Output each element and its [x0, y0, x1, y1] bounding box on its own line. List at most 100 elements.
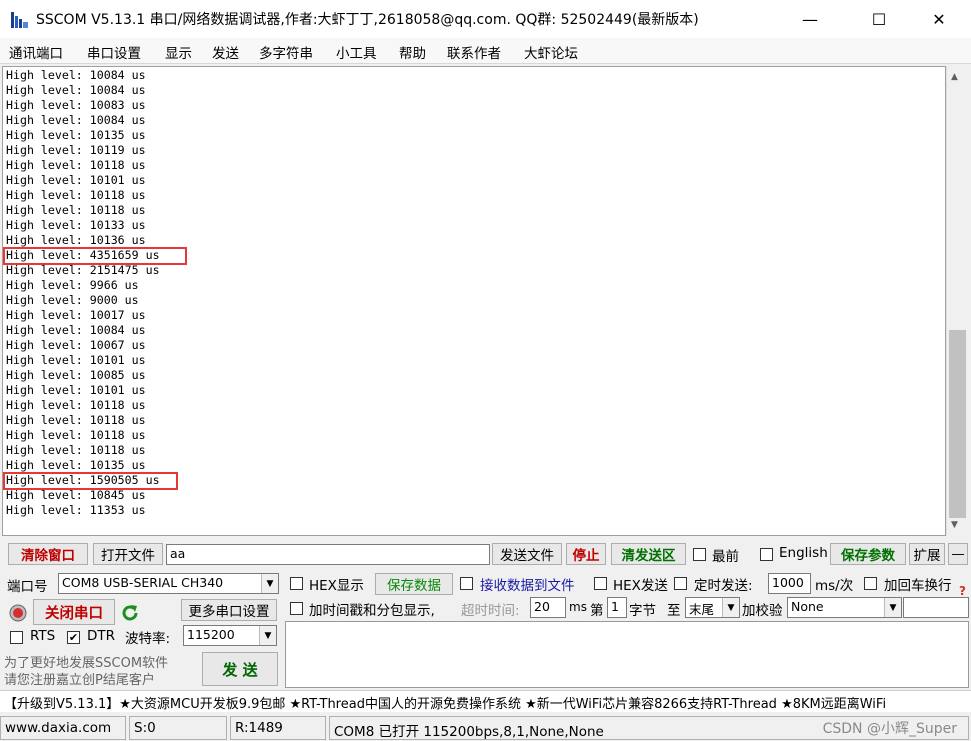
expand-button[interactable]: 扩展 [909, 543, 945, 565]
chevron-down-icon[interactable]: ▼ [722, 598, 739, 617]
checksum-select[interactable]: None ▼ [787, 597, 902, 618]
clear-window-button[interactable]: 清除窗口 [8, 543, 88, 565]
promo-marquee[interactable]: 【升级到V5.13.1】★大资源MCU开发板9.9包邮 ★RT-Thread中国… [0, 690, 971, 712]
close-port-button[interactable]: 关闭串口 [33, 599, 115, 625]
website-link[interactable]: www.daxia.com [0, 716, 126, 740]
highlight-box-2 [3, 472, 178, 490]
chevron-down-icon[interactable]: ▼ [884, 598, 901, 617]
scroll-down-icon[interactable]: ▼ [951, 520, 958, 530]
log-line: High level: 10084 us [6, 83, 146, 97]
add-crlf-checkbox[interactable] [864, 577, 877, 590]
log-line: High level: 10845 us [6, 488, 146, 502]
file-path-input[interactable]: aa [166, 544, 490, 565]
log-line: High level: 9000 us [6, 293, 139, 307]
minimize-button[interactable]: — [787, 0, 833, 38]
more-serial-settings-button[interactable]: 更多串口设置 [181, 599, 277, 621]
log-lines: High level: 10084 us High level: 10084 us… [6, 68, 160, 518]
menu-send[interactable]: 发送 [212, 42, 239, 62]
timed-send-checkbox[interactable] [674, 577, 687, 590]
promo-line-2: 请您注册嘉立创P结尾客户 [4, 673, 155, 688]
checksum-label: 加校验 [742, 603, 783, 619]
hex-display-checkbox[interactable] [290, 577, 303, 590]
clear-send-area-button[interactable]: 清发送区 [611, 543, 686, 565]
refresh-icon[interactable] [119, 602, 141, 624]
log-line: High level: 10067 us [6, 338, 146, 352]
port-status-icon [9, 604, 27, 622]
maximize-button[interactable]: ☐ [856, 0, 902, 38]
timestamp-label: 加时间戳和分包显示, [309, 603, 435, 619]
highlight-box-1 [3, 247, 187, 265]
recv-to-file-label[interactable]: 接收数据到文件 [480, 574, 575, 594]
to-label: 至 [667, 603, 681, 619]
send-button[interactable]: 发 送 [202, 652, 278, 686]
byte-index-input[interactable]: 1 [607, 597, 627, 618]
topmost-label: 最前 [712, 549, 739, 565]
log-line: High level: 10101 us [6, 383, 146, 397]
log-line: High level: 10118 us [6, 443, 146, 457]
dtr-checkbox[interactable]: ✔ [67, 631, 80, 644]
log-line: High level: 10017 us [6, 308, 146, 322]
rts-label: RTS [30, 628, 56, 644]
menu-contact-author[interactable]: 联系作者 [447, 42, 501, 62]
menu-help[interactable]: 帮助 [399, 42, 426, 62]
receive-log[interactable]: High level: 10084 us High level: 10084 us… [2, 66, 946, 536]
save-data-button[interactable]: 保存数据 [375, 573, 453, 595]
log-line: High level: 10084 us [6, 323, 146, 337]
baud-label: 波特率: [125, 631, 171, 647]
check-icon: ✔ [68, 631, 79, 644]
log-scrollbar-thumb[interactable] [949, 330, 966, 518]
timeout-label: 超时时间: [461, 603, 520, 619]
scroll-up-icon[interactable]: ▲ [951, 72, 958, 82]
log-line: High level: 10084 us [6, 68, 146, 82]
baud-value: 115200 [187, 627, 235, 642]
end-select[interactable]: 末尾 ▼ [685, 597, 740, 618]
byte-label: 字节 [629, 603, 656, 619]
chevron-down-icon[interactable]: ▼ [259, 626, 276, 645]
timestamp-checkbox[interactable] [290, 602, 303, 615]
stop-button[interactable]: 停止 [566, 543, 606, 565]
timeout-input[interactable]: 20 [530, 597, 566, 618]
menu-tools[interactable]: 小工具 [336, 42, 377, 62]
recv-to-file-checkbox[interactable] [460, 577, 473, 590]
menu-forum[interactable]: 大虾论坛 [524, 42, 578, 62]
sent-count: S:0 [129, 716, 227, 740]
send-file-button[interactable]: 发送文件 [492, 543, 562, 565]
menu-serial-settings[interactable]: 串口设置 [87, 42, 141, 62]
log-line: High level: 10084 us [6, 113, 146, 127]
english-checkbox[interactable] [760, 548, 773, 561]
menu-multi-string[interactable]: 多字符串 [259, 42, 313, 62]
save-params-button[interactable]: 保存参数 [830, 543, 906, 565]
checksum-result-field[interactable] [903, 597, 969, 618]
log-line: High level: 11353 us [6, 503, 146, 517]
log-line: High level: 10118 us [6, 158, 146, 172]
menu-comm-port[interactable]: 通讯端口 [9, 42, 63, 62]
chevron-down-icon[interactable]: ▼ [261, 574, 278, 593]
menu-display[interactable]: 显示 [165, 42, 192, 62]
port-label: 端口号 [7, 579, 48, 595]
dtr-label: DTR [87, 628, 116, 644]
hex-display-label: HEX显示 [309, 578, 364, 594]
log-line: High level: 10101 us [6, 353, 146, 367]
port-select[interactable]: COM8 USB-SERIAL CH340 ▼ [58, 573, 279, 594]
open-file-button[interactable]: 打开文件 [93, 543, 163, 565]
log-line: High level: 10118 us [6, 203, 146, 217]
log-line: High level: 10135 us [6, 128, 146, 142]
log-line: High level: 10136 us [6, 233, 146, 247]
baud-select[interactable]: 115200 ▼ [183, 625, 277, 646]
topmost-checkbox[interactable] [693, 548, 706, 561]
interval-input[interactable]: 1000 [768, 573, 811, 594]
hex-send-checkbox[interactable] [594, 577, 607, 590]
log-line: High level: 10083 us [6, 98, 146, 112]
rts-checkbox[interactable] [10, 631, 23, 644]
log-line: High level: 9966 us [6, 278, 139, 292]
collapse-button[interactable]: — [948, 543, 968, 565]
help-icon[interactable]: ? [959, 584, 966, 598]
english-label: English [779, 545, 828, 561]
log-line: High level: 10118 us [6, 398, 146, 412]
sscom-app-icon [11, 12, 28, 28]
checksum-value: None [791, 599, 824, 614]
send-textarea[interactable] [285, 621, 969, 688]
add-crlf-label: 加回车换行 [884, 578, 952, 594]
log-line: High level: 10118 us [6, 428, 146, 442]
close-button[interactable]: ✕ [916, 0, 962, 38]
